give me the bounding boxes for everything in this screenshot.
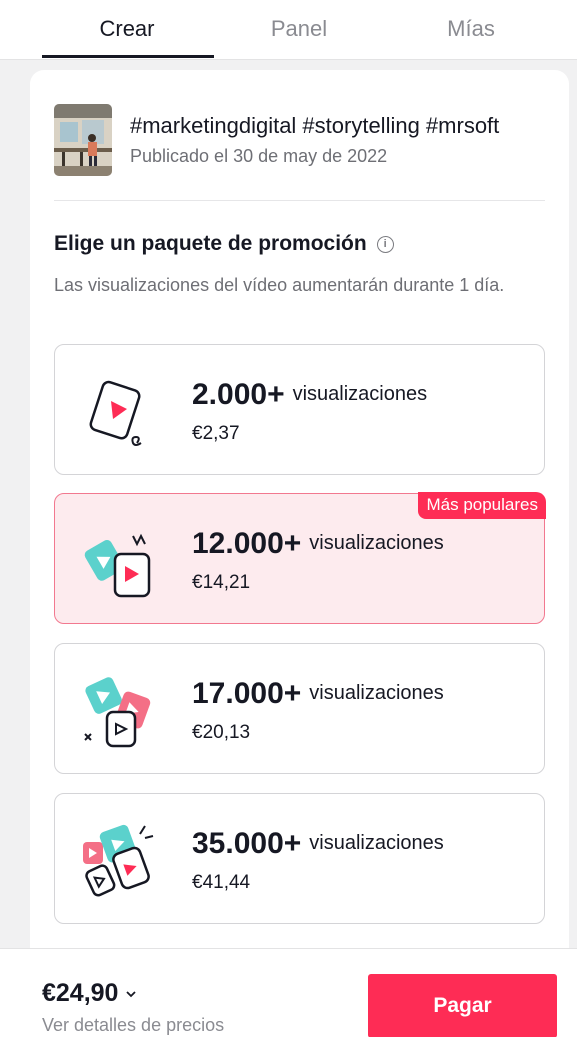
promotion-card: #marketingdigital #storytelling #mrsoft … [30, 70, 569, 970]
active-tab-indicator [42, 55, 214, 58]
count-value: 17.000+ [192, 677, 302, 710]
package-option-17000[interactable]: 17.000+ visualizaciones €20,13 [54, 643, 545, 774]
tab-crear[interactable]: Crear [32, 16, 222, 42]
package-price: €2,37 [192, 423, 240, 444]
package-count: 17.000+ visualizaciones [192, 677, 444, 711]
total-price[interactable]: €24,90 [42, 979, 137, 1008]
package-count: 2.000+ visualizaciones [192, 378, 427, 412]
divider [54, 200, 545, 201]
count-unit: visualizaciones [309, 532, 444, 554]
video-cards-icon [84, 533, 151, 598]
pay-button[interactable]: Pagar [368, 974, 557, 1037]
package-option-12000[interactable]: Más populares 12.000+ visualizaciones €14… [54, 492, 546, 624]
video-cards-icon [83, 824, 154, 897]
package-option-35000[interactable]: 35.000+ visualizaciones €41,44 [54, 793, 545, 924]
video-summary: #marketingdigital #storytelling #mrsoft … [54, 103, 554, 177]
video-thumbnail [54, 104, 112, 176]
package-price: €41,44 [192, 872, 251, 893]
tab-mias[interactable]: Mías [376, 16, 566, 42]
price-details-link[interactable]: Ver detalles de precios [42, 1015, 224, 1036]
video-card-icon [89, 380, 142, 446]
chevron-down-icon [126, 990, 137, 997]
package-count: 35.000+ visualizaciones [192, 827, 444, 861]
popular-badge: Más populares [418, 492, 546, 519]
section-title-text: Elige un paquete de promoción [54, 232, 367, 255]
count-unit: visualizaciones [309, 682, 444, 704]
package-price: €20,13 [192, 722, 251, 743]
package-option-2000[interactable]: 2.000+ visualizaciones €2,37 [54, 344, 545, 475]
total-value: €24,90 [42, 979, 119, 1007]
info-icon[interactable] [376, 235, 394, 253]
count-value: 2.000+ [192, 378, 285, 411]
package-count: 12.000+ visualizaciones [192, 527, 444, 561]
count-value: 12.000+ [192, 527, 302, 560]
top-tab-bar: Crear Panel Mías [0, 0, 577, 60]
video-cards-icon [84, 677, 151, 748]
video-title: #marketingdigital #storytelling #mrsoft [130, 113, 500, 138]
package-price: €14,21 [192, 572, 251, 593]
count-value: 35.000+ [192, 827, 302, 860]
section-description: Las visualizaciones del vídeo aumentarán… [54, 275, 505, 295]
video-date: Publicado el 30 de may de 2022 [130, 146, 388, 166]
count-unit: visualizaciones [309, 832, 444, 854]
checkout-footer: €24,90 Ver detalles de precios Pagar [0, 948, 577, 1037]
section-title: Elige un paquete de promoción [54, 232, 394, 256]
tab-panel[interactable]: Panel [204, 16, 394, 42]
count-unit: visualizaciones [292, 383, 428, 405]
